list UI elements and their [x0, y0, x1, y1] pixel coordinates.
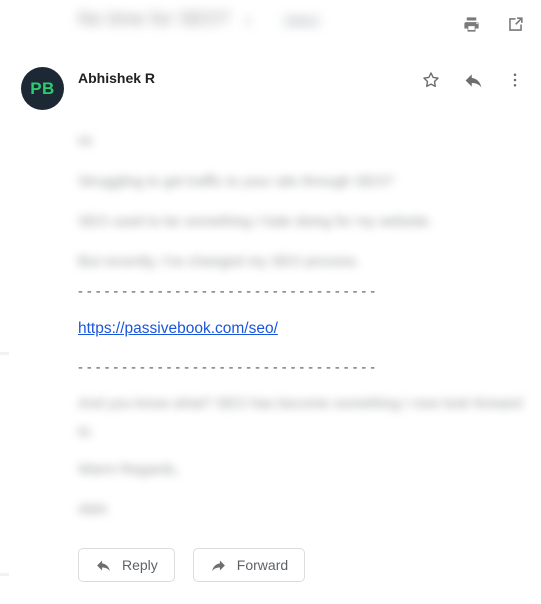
edge-artifact-bottom — [0, 573, 9, 576]
body-signature: Abhi — [78, 502, 108, 518]
header-icon-group — [459, 12, 527, 36]
seo-link[interactable]: https://passivebook.com/seo/ — [78, 320, 278, 338]
open-in-new-window-icon[interactable] — [503, 12, 527, 36]
subject-row: No time for SEO? 2 Inbox — [0, 0, 541, 44]
reply-button[interactable]: Reply — [78, 548, 175, 582]
body-greeting: Hi — [78, 134, 92, 150]
body-line-3: But recently, I've changed my SEO proces… — [78, 254, 361, 270]
separator-top: - - - - - - - - - - - - - - - - - - - - … — [78, 284, 376, 300]
sender-name: Abhishek R — [78, 70, 156, 86]
body-paragraph: And you know what? SEO has become someth… — [78, 396, 523, 440]
subject-title: No time for SEO? — [78, 9, 231, 30]
reply-button-label: Reply — [122, 557, 158, 573]
print-icon[interactable] — [459, 12, 483, 36]
forward-arrow-icon — [210, 557, 227, 574]
forward-button[interactable]: Forward — [192, 548, 306, 582]
body-line-1: Struggling to get traffic to your site t… — [78, 174, 394, 190]
edge-artifact-top — [0, 352, 9, 355]
email-message-view: No time for SEO? 2 Inbox PB Abhishek R H… — [0, 0, 541, 604]
body-line-2: SEO used to be something I hate doing fo… — [78, 214, 433, 230]
reply-arrow-icon — [95, 557, 112, 574]
footer-action-bar: Reply Forward — [78, 548, 306, 582]
message-action-group — [419, 68, 527, 92]
separator-bottom: - - - - - - - - - - - - - - - - - - - - … — [78, 360, 376, 376]
inbox-label-chip: Inbox — [281, 13, 323, 29]
forward-button-label: Forward — [236, 557, 289, 573]
more-vertical-icon[interactable] — [503, 68, 527, 92]
thread-count: 2 — [245, 14, 252, 28]
sender-row: PB Abhishek R — [0, 60, 541, 118]
avatar-initials: PB — [30, 78, 55, 98]
star-outline-icon[interactable] — [419, 68, 443, 92]
avatar: PB — [21, 67, 64, 110]
reply-arrow-icon[interactable] — [461, 68, 485, 92]
body-signoff: Warm Regards, — [78, 462, 179, 478]
